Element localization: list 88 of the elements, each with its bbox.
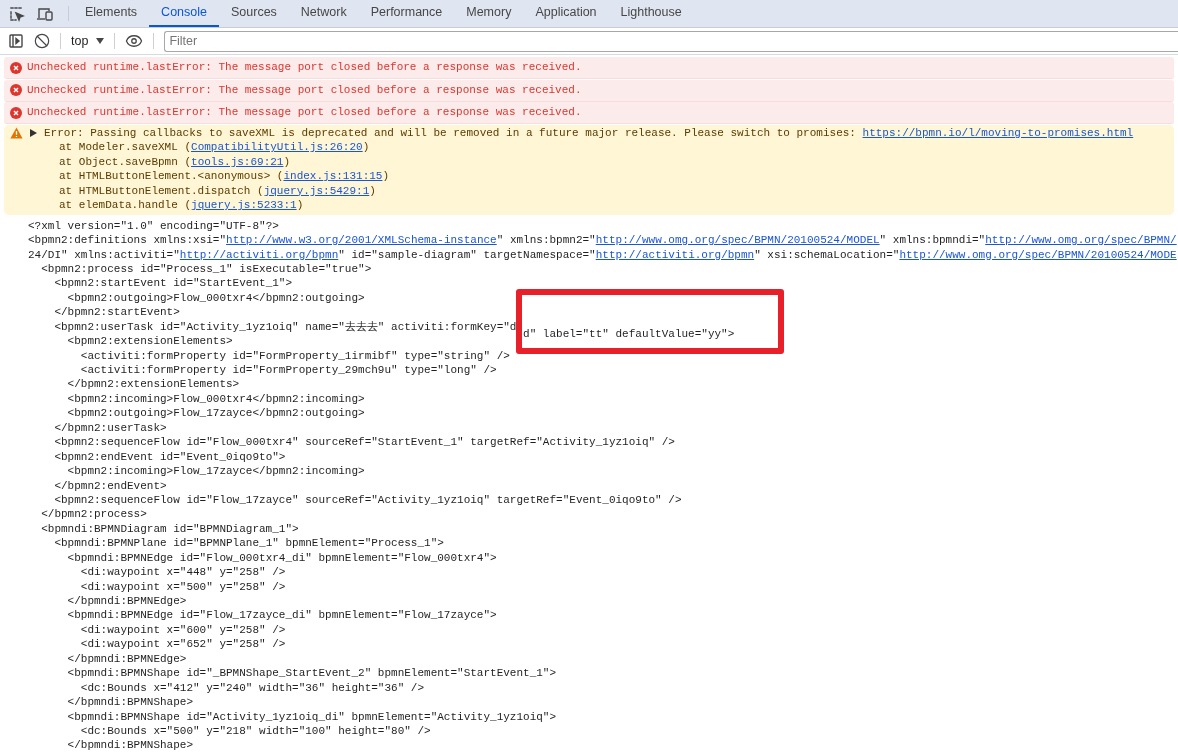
stack-frame-text: ) xyxy=(382,169,390,184)
device-toggle-icon[interactable] xyxy=(36,5,54,22)
code-line: <bpmndi:BPMNPlane id="BPMNPlane_1" bpmnElement="Process_1"> xyxy=(53,536,445,551)
filter-field[interactable]: Filter xyxy=(164,30,1178,52)
code-line: <di:waypoint x="600" y="258" /> xyxy=(79,622,287,638)
code-text: " xmlns:bpmn2=" xyxy=(496,233,596,248)
error-text: Unchecked runtime.lastError: The message port closed before a response was received. xyxy=(27,82,582,98)
code-line: <bpmn2:endEvent id="Event_0iqo9to"> xyxy=(53,449,287,465)
code-line: </bpmndi:BPMNEdge> xyxy=(66,594,188,609)
error-icon xyxy=(10,61,22,74)
live-expression-icon[interactable] xyxy=(125,32,144,50)
panel-tab[interactable]: Elements xyxy=(73,0,150,27)
code-text: 24/DI" xmlns:activiti=" xyxy=(28,247,180,262)
code-line: <activiti:formProperty id="FormProperty_29mch9u" type="long" /> xyxy=(79,363,498,378)
panel-tab[interactable]: Lighthouse xyxy=(608,0,694,27)
stack-frame-text: at HTMLButtonElement.<anonymous> ( xyxy=(59,169,284,184)
panel-tab[interactable]: Network xyxy=(288,0,359,27)
stack-frame-link[interactable]: jquery.js:5429:1 xyxy=(263,183,370,199)
code-text: " id="sample-diagram" targetNamespace=" xyxy=(338,247,596,262)
stack-frame-link[interactable]: jquery.js:5233:1 xyxy=(191,198,297,213)
context-dropdown[interactable]: top xyxy=(71,31,105,51)
code-line: <di:waypoint x="652" y="258" /> xyxy=(79,637,287,652)
code-link[interactable]: http://www.omg.org/spec/BPMN/ xyxy=(985,233,1177,248)
stack-frame-text: ) xyxy=(369,183,376,199)
code-line: </bpmn2:userTask> xyxy=(53,420,168,436)
code-line: <bpmn2:outgoing>Flow_17zayce</bpmn2:outgoing> xyxy=(66,406,366,421)
code-line: </bpmndi:BPMNShape> xyxy=(66,695,194,710)
error-text: Unchecked runtime.lastError: The message port closed before a response was received. xyxy=(27,60,582,75)
stack-frame-text: at Modeler.saveXML ( xyxy=(59,140,192,155)
caret-icon xyxy=(96,38,105,44)
code-line: <bpmndi:BPMNShape id="_BPMNShape_StartEvent_2" bpmnElement="StartEvent_1"> xyxy=(66,666,558,681)
code-line: <bpmn2:sequenceFlow id="Flow_000txr4" sourceRef="StartEvent_1" targetRef="Activity_1yz1oiq" /> xyxy=(53,435,676,450)
code-line: <activiti:formProperty id="FormProperty_1irmibf" type="string" /> xyxy=(79,348,511,363)
panel-tab[interactable]: Performance xyxy=(358,0,455,27)
code-line: <bpmn2:process id="Process_1" isExecutable="true"> xyxy=(40,261,373,277)
clear-console-icon[interactable] xyxy=(34,33,50,49)
stack-frame-text: ) xyxy=(362,140,370,155)
code-line: <bpmn2:incoming>Flow_17zayce</bpmn2:incoming> xyxy=(66,464,366,479)
panel-tab[interactable]: Memory xyxy=(454,0,524,27)
code-text: " xmlns:bpmndi=" xyxy=(879,233,986,248)
expand-triangle-icon[interactable] xyxy=(30,129,37,138)
stack-frame-link[interactable]: index.js:131:15 xyxy=(283,169,383,184)
code-line: <bpmn2:startEvent id="StartEvent_1"> xyxy=(53,276,294,291)
code-text: <bpmn2:definitions xmlns:xsi=" xyxy=(28,233,227,248)
code-line: <bpmndi:BPMNEdge id="Flow_17zayce_di" bpmnElement="Flow_17zayce"> xyxy=(66,608,498,623)
stack-frame-link[interactable]: tools.js:69:21 xyxy=(191,154,284,170)
code-line: <dc:Bounds x="500" y="218" width="100" height="80" /> xyxy=(79,723,432,739)
stack-frame-text: at HTMLButtonElement.dispatch ( xyxy=(59,183,264,199)
code-link[interactable]: http://activiti.org/bpmn xyxy=(179,247,339,262)
code-line: <bpmndi:BPMNShape id="Activity_1yz1oiq_di" bpmnElement="Activity_1yz1oiq"> xyxy=(66,709,558,724)
code-line: <dc:Bounds x="412" y="240" width="36" height="36" /> xyxy=(79,680,426,696)
code-line: </bpmn2:extensionElements> xyxy=(66,377,241,392)
stack-frame-text: ) xyxy=(283,154,291,170)
error-icon xyxy=(10,84,22,96)
error-text: Unchecked runtime.lastError: The message port closed before a response was received. xyxy=(27,105,582,120)
code-line: <bpmn2:sequenceFlow id="Flow_17zayce" sourceRef="Activity_1yz1oiq" targetRef="Event_0iqo9to" /> xyxy=(53,492,683,508)
panel-tab[interactable]: Application xyxy=(523,0,609,27)
code-line: </bpmn2:endEvent> xyxy=(53,478,168,493)
stack-frame-text: ) xyxy=(296,198,304,213)
code-line: <di:waypoint x="448" y="258" /> xyxy=(79,565,287,580)
code-line: </bpmndi:BPMNShape> xyxy=(66,738,194,753)
panel-tab[interactable]: Console xyxy=(149,0,219,27)
code-link[interactable]: http://www.omg.org/spec/BPMN/20100524/MODEL xyxy=(595,233,880,248)
sidebar-toggle-icon[interactable] xyxy=(8,33,24,49)
code-line: <?xml version="1.0" encoding="UTF-8"?> xyxy=(27,218,280,234)
code-text: " xsi:schemaLocation=" xyxy=(754,247,900,262)
stack-frame-link[interactable]: CompatibilityUtil.js:26:20 xyxy=(191,140,363,155)
code-link[interactable]: http://www.w3.org/2001/XMLSchema-instance xyxy=(226,233,497,248)
code-line: <bpmn2:outgoing>Flow_000txr4</bpmn2:outgoing> xyxy=(66,290,366,306)
code-link[interactable]: http://activiti.org/bpmn xyxy=(595,247,755,262)
code-link[interactable]: http://www.omg.org/spec/BPMN/20100524/MODE xyxy=(899,247,1177,262)
code-line: <di:waypoint x="500" y="258" /> xyxy=(79,579,287,594)
code-line: <bpmndi:BPMNEdge id="Flow_000txr4_di" bpmnElement="Flow_000txr4"> xyxy=(66,550,498,566)
code-line: </bpmn2:startEvent> xyxy=(53,305,181,320)
code-text: d" label="tt" defaultValue="yy"> xyxy=(523,327,735,340)
stack-frame-text: at Object.saveBpmn ( xyxy=(59,154,192,170)
code-line: <bpmn2:incoming>Flow_000txr4</bpmn2:incoming> xyxy=(66,391,366,407)
panel-tab[interactable]: Sources xyxy=(219,0,289,27)
inspect-icon[interactable] xyxy=(9,5,25,22)
stack-frame-text: at elemData.handle ( xyxy=(59,198,192,213)
code-line: </bpmndi:BPMNEdge> xyxy=(66,651,188,667)
warning-icon xyxy=(10,127,23,140)
code-text: <bpmn2:userTask id="Activity_1yz1oiq" name="去去去" activiti:formKey="d xyxy=(54,319,517,335)
warning-text: Error: Passing callbacks to saveXML is deprecated and will be removed in a future major release. Please switch to promises: xyxy=(44,126,857,141)
code-line: <bpmndi:BPMNDiagram id="BPMNDiagram_1"> xyxy=(40,521,300,537)
code-line: </bpmn2:process> xyxy=(40,507,148,522)
warning-link[interactable]: https://bpmn.io/l/moving-to-promises.html xyxy=(862,126,1134,141)
error-icon xyxy=(10,106,22,119)
